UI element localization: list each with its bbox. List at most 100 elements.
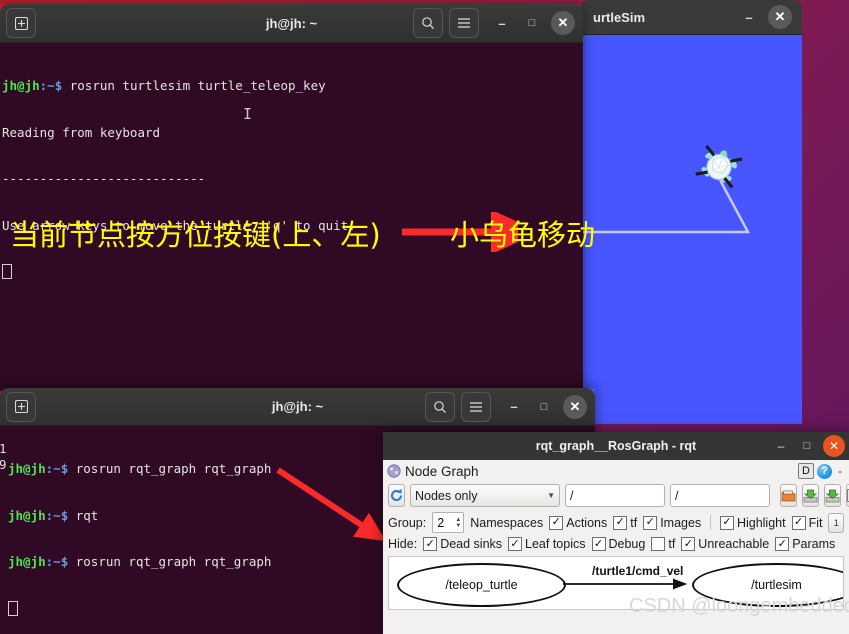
search-icon[interactable] [413,8,443,38]
annotation-text-left: 当前节点按方位按键(上、左) [10,218,381,252]
hide-tf-label: tf [668,537,676,551]
checkbox-box [651,537,666,551]
new-tab-icon[interactable] [6,391,36,422]
terminal1-maximize-button[interactable]: □ [519,10,545,36]
spinbox-arrows-icon[interactable]: ▲ ▼ [455,517,463,529]
checkbox-box: ✓ [591,537,606,551]
search-icon[interactable] [425,391,455,422]
dock-header-controls: D ? - [798,463,845,479]
turtlesim-close-button[interactable]: ✕ [768,5,792,29]
turtlesim-titlebar[interactable]: urtleSim – ✕ [580,0,802,35]
rqt-hide-row: Hide: ✓ Dead sinks ✓ Leaf topics ✓ Debug… [383,535,849,553]
hide-unreachable-checkbox[interactable]: ✓ Unreachable [681,537,769,551]
terminal-window-1: jh@jh: ~ – □ ✕ jh@jh:~$ rosrun turtlesim… [0,4,583,391]
checkbox-box: ✓ [681,537,696,551]
node-filter-input[interactable]: / [670,484,770,507]
new-tab-icon[interactable] [6,8,36,38]
rqt-toolbar: Nodes only ▼ / / [383,481,849,510]
terminal-line: jh@jh:~$ rosrun turtlesim turtle_teleop_… [2,78,583,94]
turtlesim-minimize-button[interactable]: – [736,4,762,30]
tf-label: tf [630,515,638,530]
group-label: Group: [388,515,427,530]
terminal1-titlebar[interactable]: jh@jh: ~ – □ ✕ [0,4,583,43]
rqt-close-button[interactable]: ✕ [823,435,845,457]
graph-edge-label: /turtle1/cmd_vel [592,564,684,578]
node-graph-dock-header: Node Graph D ? - [383,460,849,481]
hamburger-menu-icon[interactable] [449,8,479,38]
topic-filter-input[interactable]: / [565,484,665,507]
save-image-icon[interactable] [824,484,841,507]
chevron-down-icon: ▼ [547,491,555,500]
hide-label: Hide: [388,537,418,551]
shell-prompt-path: :~$ [45,554,69,569]
graph-node-teleop-turtle[interactable]: /teleop_turtle [397,563,566,607]
node-graph-icon [387,464,401,478]
group-spinbox[interactable]: 2 ▲ ▼ [432,512,465,533]
hide-leaf-topics-checkbox[interactable]: ✓ Leaf topics [508,537,586,551]
terminal2-minimize-button[interactable]: – [501,394,527,420]
rqt-graph-window: rqt_graph__RosGraph - rqt – □ ✕ Node Gra… [383,432,849,634]
turtlesim-canvas[interactable] [580,35,802,424]
annotation-text-right: 小乌龟移动 [450,218,596,252]
rqt-minimize-button[interactable]: – [768,433,794,459]
terminal-line: --------------------------- [2,171,583,187]
occluded-digit: 9 [0,457,7,472]
hide-tf-checkbox[interactable]: tf [651,537,675,551]
actions-checkbox[interactable]: ✓ Actions [549,515,608,530]
checkbox-box: ✓ [643,515,658,530]
terminal2-titlebar[interactable]: jh@jh: ~ – □ ✕ [0,388,595,426]
terminal-cursor [8,600,18,616]
shell-output: --------------------------- [2,171,206,186]
terminal1-minimize-button[interactable]: – [489,10,515,36]
terminal2-close-button[interactable]: ✕ [563,394,587,419]
hide-params-checkbox[interactable]: ✓ Params [775,537,835,551]
hide-debug-label: Debug [608,537,646,551]
shell-output: Reading from keyboard [2,124,161,140]
checkbox-box: ✓ [775,537,790,551]
terminal1-close-button[interactable]: ✕ [551,11,575,35]
zoom-reset-button[interactable]: 1 [828,512,844,533]
save-dot-icon[interactable] [802,484,819,507]
graph-filter-select[interactable]: Nodes only ▼ [410,484,560,507]
terminal-cursor [2,264,12,279]
rqt-maximize-button[interactable]: □ [794,433,820,459]
terminal-line: Reading from keyboard [2,125,583,141]
terminal2-maximize-button[interactable]: □ [531,394,557,420]
hide-dead-sinks-checkbox[interactable]: ✓ Dead sinks [423,537,502,551]
graph-node-label: /turtlesim [751,578,802,592]
checkbox-box: ✓ [423,537,438,551]
checkbox-box: ✓ [791,515,806,530]
dock-float-button[interactable]: D [798,463,814,479]
text-cursor-icon: I [243,105,253,123]
node-filter-value: / [675,488,679,503]
hamburger-menu-icon[interactable] [461,391,491,422]
images-checkbox[interactable]: ✓ Images [643,515,702,530]
tf-checkbox[interactable]: ✓ tf [613,515,638,530]
namespaces-checkbox[interactable]: Namespaces [470,516,543,530]
images-label: Images [660,515,702,530]
refresh-icon[interactable] [388,484,405,507]
highlight-checkbox[interactable]: ✓ Highlight [719,515,786,530]
open-folder-icon[interactable] [780,484,797,507]
shell-command: rosrun rqt_graph rqt_graph [68,554,272,569]
shell-command: rosrun rqt_graph rqt_graph [68,461,272,476]
help-icon[interactable]: ? [817,463,832,479]
rqt-titlebar[interactable]: rqt_graph__RosGraph - rqt – □ ✕ [383,432,849,460]
actions-label: Actions [566,515,608,530]
shell-command: rosrun turtlesim turtle_teleop_key [62,78,326,93]
checkbox-box: ✓ [613,515,628,530]
hide-debug-checkbox[interactable]: ✓ Debug [591,537,646,551]
terminal-cursor-line [2,264,583,280]
fit-checkbox[interactable]: ✓ Fit [791,515,822,530]
graph-filter-value: Nodes only [415,488,478,503]
hide-params-label: Params [792,537,836,551]
graph-node-label: /teleop_turtle [445,578,518,592]
rqt-options-row: Group: 2 ▲▼ Namespaces ✓ Actions ✓ tf ✓ [383,510,849,535]
turtlesim-window-controls: – ✕ [732,4,802,30]
rqt-window-controls: – □ ✕ [768,433,849,459]
checkbox-box: ✓ [549,515,564,530]
topic-filter-value: / [570,488,574,503]
namespaces-label: Namespaces [470,515,544,530]
shell-command: rqt [68,507,99,523]
dock-close-button[interactable]: - [835,464,845,478]
